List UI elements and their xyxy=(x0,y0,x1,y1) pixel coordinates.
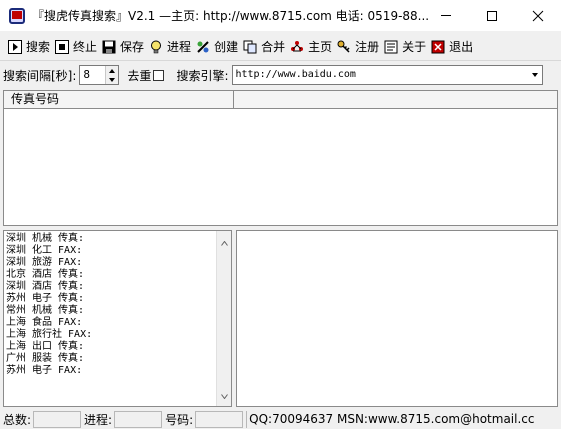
exit-button-label: 退出 xyxy=(449,40,474,54)
engine-value[interactable]: http://www.baidu.com xyxy=(235,69,355,80)
keyword-items: 深圳 机械 传真: 深圳 化工 FAX: 深圳 旅游 FAX: 北京 酒店 传真… xyxy=(6,233,92,377)
interval-value[interactable]: 8 xyxy=(83,68,90,81)
about-button[interactable]: 关于 xyxy=(383,36,426,58)
scroll-down-icon[interactable] xyxy=(221,388,228,402)
dedup-checkbox[interactable] xyxy=(153,69,165,81)
interval-label: 搜索间隔[秒]: xyxy=(3,68,77,83)
fax-number-list[interactable]: 传真号码 xyxy=(3,90,558,226)
create-icon xyxy=(195,39,211,55)
column-header-empty[interactable] xyxy=(234,91,557,108)
home-button[interactable]: 主页 xyxy=(289,36,332,58)
process-button-label: 进程 xyxy=(167,40,192,54)
minimize-button[interactable] xyxy=(423,0,469,31)
engine-select[interactable]: http://www.baidu.com xyxy=(232,65,544,85)
number-label: 号码: xyxy=(165,413,194,427)
chevron-down-icon[interactable] xyxy=(528,66,542,84)
stop-button-label: 终止 xyxy=(73,40,98,54)
list-item[interactable]: 苏州 电子 FAX: xyxy=(6,365,92,377)
toolbar: 搜索 终止 保存 进程 创建 合并 主页 注册 关于 退出 xyxy=(0,33,561,61)
engine-label: 搜索引擎: xyxy=(176,68,229,83)
status-bar: 总数: 进程: 号码: QQ:70094637 MSN:www.8715.com… xyxy=(0,410,561,429)
maximize-button[interactable] xyxy=(469,0,515,31)
list-item[interactable]: 常州 机械 传真: xyxy=(6,305,92,317)
stop-icon xyxy=(54,39,70,55)
close-icon xyxy=(532,10,544,21)
total-label: 总数: xyxy=(3,413,32,427)
list-item[interactable]: 深圳 酒店 传真: xyxy=(6,281,92,293)
keyword-scrollbar[interactable] xyxy=(216,231,231,406)
home-button-label: 主页 xyxy=(308,40,333,54)
save-button-label: 保存 xyxy=(120,40,145,54)
process-button[interactable]: 进程 xyxy=(148,36,191,58)
app-icon[interactable] xyxy=(9,7,25,24)
about-icon xyxy=(383,39,399,55)
register-button-label: 注册 xyxy=(355,40,380,54)
spinner-arrows[interactable] xyxy=(105,66,119,84)
play-icon xyxy=(7,39,23,55)
exit-button[interactable]: 退出 xyxy=(430,36,473,58)
list-item[interactable]: 北京 酒店 传真: xyxy=(6,269,92,281)
number-value xyxy=(195,411,244,428)
progress-label: 进程: xyxy=(84,413,113,427)
exit-icon xyxy=(430,39,446,55)
keyword-list[interactable]: 深圳 机械 传真: 深圳 化工 FAX: 深圳 旅游 FAX: 北京 酒店 传真… xyxy=(3,230,232,407)
key-icon xyxy=(336,39,352,55)
create-button[interactable]: 创建 xyxy=(195,36,238,58)
minimize-icon xyxy=(441,15,451,16)
window-title: 『搜虎传真搜索』V2.1 —主页: http://www.8715.com 电话… xyxy=(32,9,430,23)
progress-value xyxy=(114,411,163,428)
list-item[interactable]: 上海 出口 传真: xyxy=(6,341,92,353)
create-button-label: 创建 xyxy=(214,40,239,54)
list-item[interactable]: 深圳 旅游 FAX: xyxy=(6,257,92,269)
merge-icon xyxy=(242,39,258,55)
save-button[interactable]: 保存 xyxy=(101,36,144,58)
results-panel[interactable] xyxy=(236,230,558,407)
register-button[interactable]: 注册 xyxy=(336,36,379,58)
title-bar: 『搜虎传真搜索』V2.1 —主页: http://www.8715.com 电话… xyxy=(0,0,561,31)
merge-button-label: 合并 xyxy=(261,40,286,54)
scroll-up-icon[interactable] xyxy=(221,235,228,249)
dedup-label: 去重 xyxy=(127,68,152,83)
interval-spinner[interactable]: 8 xyxy=(79,65,120,85)
maximize-icon xyxy=(487,10,497,21)
close-button[interactable] xyxy=(515,0,561,31)
home-icon xyxy=(289,39,305,55)
list-item[interactable]: 深圳 化工 FAX: xyxy=(6,245,92,257)
merge-button[interactable]: 合并 xyxy=(242,36,285,58)
bulb-icon xyxy=(148,39,164,55)
contact-info: QQ:70094637 MSN:www.8715.com@hotmail.cc xyxy=(246,411,534,428)
list-header: 传真号码 xyxy=(4,91,557,109)
total-value xyxy=(33,411,82,428)
save-icon xyxy=(101,39,117,55)
list-item[interactable]: 广州 服装 传真: xyxy=(6,353,92,365)
spinner-down-icon[interactable] xyxy=(106,75,118,84)
about-button-label: 关于 xyxy=(402,40,427,54)
list-item[interactable]: 苏州 电子 传真: xyxy=(6,293,92,305)
column-header-fax-number[interactable]: 传真号码 xyxy=(4,91,234,108)
list-item[interactable]: 深圳 机械 传真: xyxy=(6,233,92,245)
list-item[interactable]: 上海 旅行社 FAX: xyxy=(6,329,92,341)
stop-button[interactable]: 终止 xyxy=(54,36,97,58)
search-settings-bar: 搜索间隔[秒]: 8 去重 搜索引擎: http://www.baidu.com xyxy=(0,63,561,87)
spinner-up-icon[interactable] xyxy=(106,66,118,75)
search-button[interactable]: 搜索 xyxy=(7,36,50,58)
search-button-label: 搜索 xyxy=(26,40,51,54)
list-item[interactable]: 上海 食品 FAX: xyxy=(6,317,92,329)
